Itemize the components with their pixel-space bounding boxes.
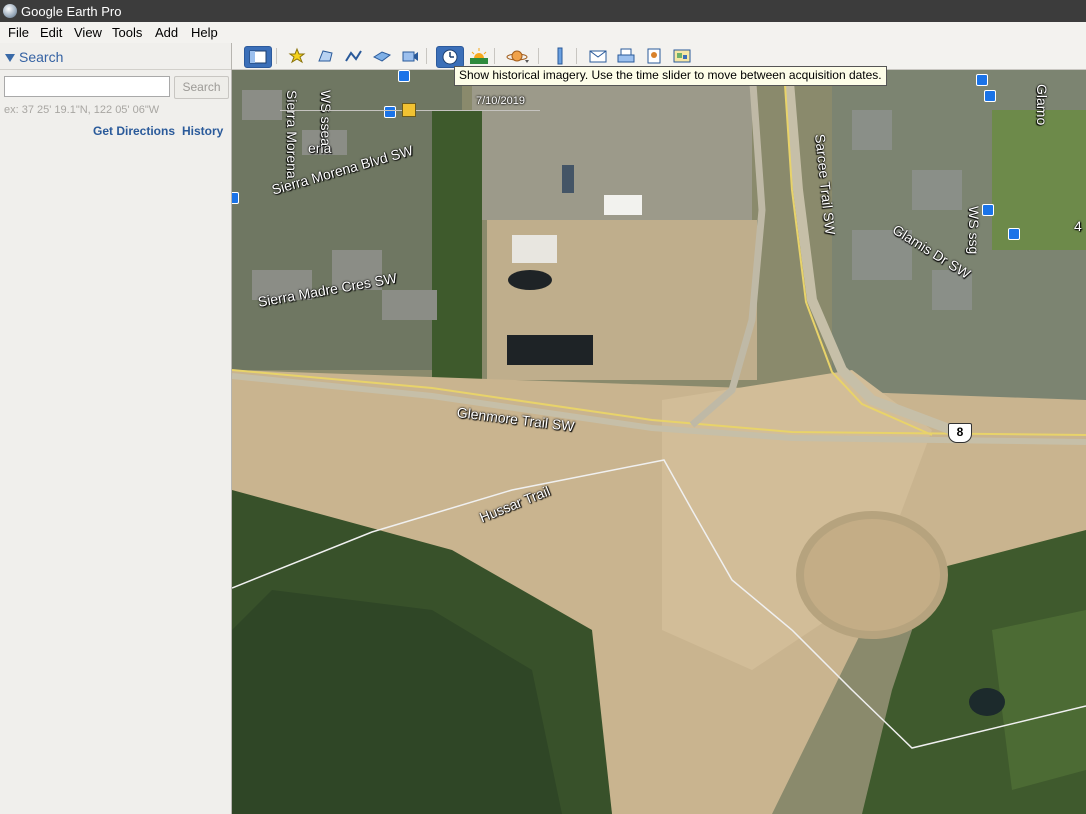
email-icon bbox=[589, 50, 607, 63]
sun-icon bbox=[470, 48, 488, 64]
sidebar-icon bbox=[249, 50, 267, 64]
menu-bar: File Edit View Tools Add Help bbox=[0, 22, 1086, 43]
add-polygon-button[interactable] bbox=[314, 46, 336, 66]
path-icon bbox=[345, 50, 362, 62]
switch-planet-button[interactable] bbox=[504, 46, 532, 66]
print-icon bbox=[617, 48, 635, 63]
time-slider-thumb[interactable] bbox=[402, 103, 416, 117]
search-button[interactable]: Search bbox=[174, 76, 229, 99]
window-title: Google Earth Pro bbox=[21, 4, 122, 19]
road-label-number: 4 bbox=[1074, 218, 1082, 234]
transit-marker-icon[interactable] bbox=[984, 90, 996, 102]
placemark-icon bbox=[288, 47, 306, 64]
search-panel-title: Search bbox=[19, 49, 64, 65]
toolbar-separator bbox=[494, 48, 495, 64]
transit-marker-icon[interactable] bbox=[398, 70, 410, 82]
time-slider-date: 7/10/2019 bbox=[476, 95, 525, 107]
transit-marker-icon[interactable] bbox=[982, 204, 994, 216]
historical-imagery-icon bbox=[442, 49, 458, 65]
add-placemark-button[interactable] bbox=[286, 46, 308, 66]
add-path-button[interactable] bbox=[342, 46, 364, 66]
sidebar-toggle-button[interactable] bbox=[244, 46, 272, 68]
toolbar-separator bbox=[538, 48, 539, 64]
print-button[interactable] bbox=[614, 46, 636, 66]
collapse-triangle-icon[interactable] bbox=[5, 54, 15, 62]
title-bar: Google Earth Pro bbox=[0, 0, 1086, 22]
get-directions-link[interactable]: Get Directions bbox=[93, 124, 175, 138]
transit-marker-icon[interactable] bbox=[384, 106, 396, 118]
toolbar-separator bbox=[276, 48, 277, 64]
sunlight-button[interactable] bbox=[467, 46, 489, 66]
record-tour-button[interactable] bbox=[398, 46, 420, 66]
toolbar-separator bbox=[426, 48, 427, 64]
road-label-sw: WS ssea bbox=[318, 90, 334, 147]
tour-icon bbox=[402, 51, 418, 62]
polygon-icon bbox=[318, 50, 333, 62]
transit-marker-icon[interactable] bbox=[976, 74, 988, 86]
search-hint: ex: 37 25' 19.1"N, 122 05' 06"W bbox=[4, 104, 160, 116]
email-button[interactable] bbox=[586, 46, 608, 66]
toolbar-separator bbox=[576, 48, 577, 64]
maps-icon bbox=[673, 49, 691, 63]
transit-marker-icon[interactable] bbox=[232, 192, 239, 204]
menu-add[interactable]: Add bbox=[155, 25, 178, 40]
overlay-icon bbox=[372, 51, 392, 62]
menu-file[interactable]: File bbox=[8, 25, 29, 40]
view-in-maps-button[interactable] bbox=[670, 46, 692, 66]
search-input[interactable] bbox=[4, 76, 170, 97]
ruler-button[interactable] bbox=[548, 46, 570, 66]
road-label-sierra-morena-vertical: Sierra Morena bbox=[284, 90, 300, 179]
menu-view[interactable]: View bbox=[74, 25, 102, 40]
add-overlay-button[interactable] bbox=[370, 46, 392, 66]
highway-shield-icon: 8 bbox=[948, 423, 972, 443]
google-earth-icon bbox=[3, 4, 17, 18]
search-panel-header[interactable]: Search bbox=[0, 45, 231, 70]
menu-help[interactable]: Help bbox=[191, 25, 218, 40]
history-link[interactable]: History bbox=[182, 124, 223, 138]
historical-imagery-button[interactable] bbox=[436, 46, 464, 68]
historical-imagery-tooltip: Show historical imagery. Use the time sl… bbox=[454, 66, 887, 86]
save-image-button[interactable] bbox=[642, 46, 664, 66]
road-label-glamis-green: WS ssg bbox=[966, 206, 982, 255]
menu-edit[interactable]: Edit bbox=[40, 25, 62, 40]
search-panel: Search Search ex: 37 25' 19.1"N, 122 05'… bbox=[0, 43, 232, 814]
road-label-glamis-top: Glamo bbox=[1034, 84, 1050, 126]
transit-marker-icon[interactable] bbox=[1008, 228, 1020, 240]
ruler-icon bbox=[557, 47, 563, 65]
menu-tools[interactable]: Tools bbox=[112, 25, 142, 40]
planet-icon bbox=[506, 50, 529, 63]
save-image-icon bbox=[647, 48, 661, 64]
